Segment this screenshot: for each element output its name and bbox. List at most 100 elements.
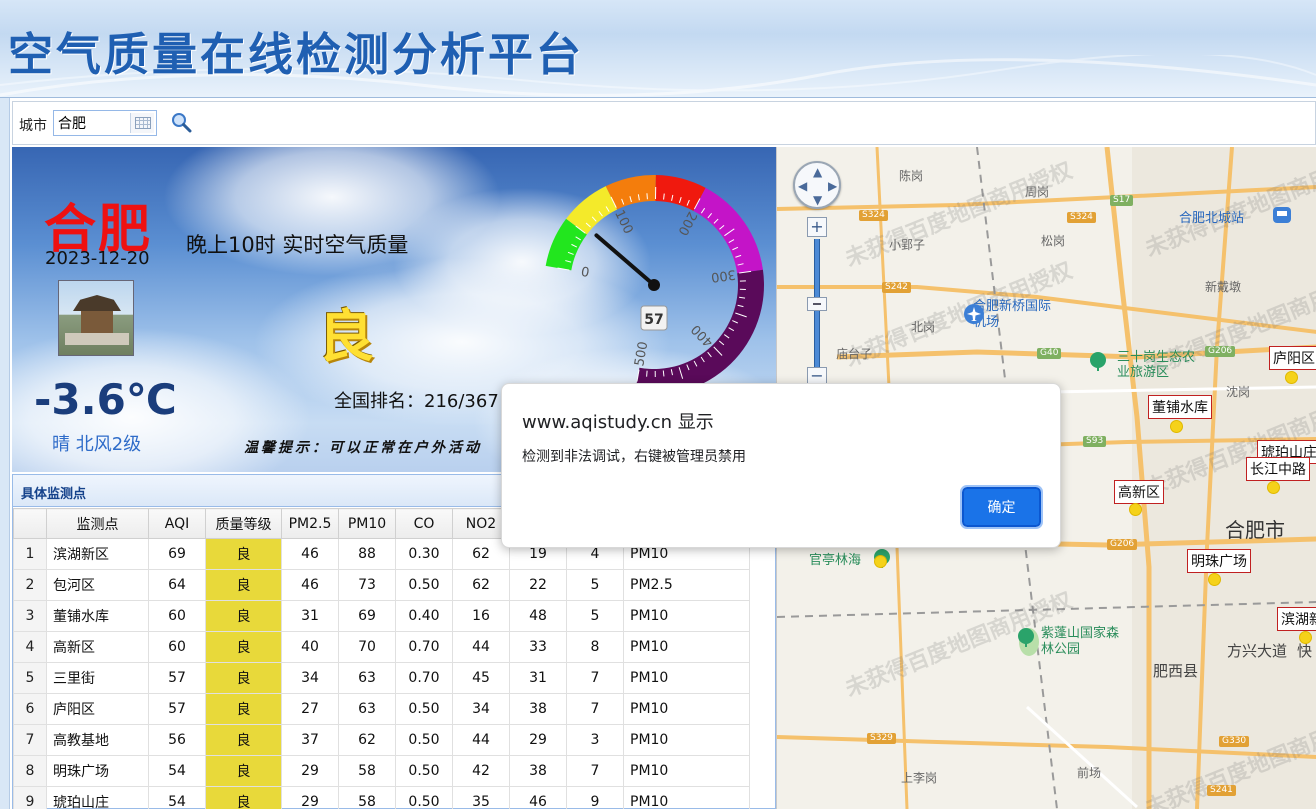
table-cell: 44: [452, 631, 510, 663]
table-row[interactable]: 6 庐阳区 57 良 27 63 0.50 34 38 7 PM10: [13, 693, 750, 725]
table-cell: 73: [338, 569, 396, 601]
table-row[interactable]: 4 高新区 60 良 40 70 0.70 44 33 8 PM10: [13, 631, 750, 663]
quality-grade: 良: [318, 305, 374, 370]
road-badge: G40: [1037, 348, 1062, 359]
station-marker[interactable]: 庐阳区: [1269, 346, 1316, 370]
table-cell: 46: [281, 538, 339, 570]
table-row[interactable]: 3 董铺水库 60 良 31 69 0.40 16 48 5 PM10: [13, 600, 750, 632]
grade-cell: 良: [205, 538, 282, 570]
table-cell: 69: [338, 600, 396, 632]
table-cell: 45: [452, 662, 510, 694]
table-cell: 9: [566, 786, 624, 809]
table-cell: 0.50: [395, 724, 453, 756]
table-cell: 29: [509, 724, 567, 756]
road-badge: G206: [1107, 539, 1138, 550]
park-icon: [1090, 352, 1106, 371]
station-dot[interactable]: [1299, 631, 1312, 644]
table-cell: PM2.5: [623, 569, 750, 601]
city-label: 城市: [19, 118, 47, 134]
city-picker-button[interactable]: [130, 113, 154, 133]
table-row[interactable]: 2 包河区 64 良 46 73 0.50 62 22 5 PM2.5: [13, 569, 750, 601]
table-cell: 5: [13, 662, 47, 694]
table-cell: 31: [509, 662, 567, 694]
grade-cell: 良: [205, 724, 282, 756]
table-cell: PM10: [623, 662, 750, 694]
table-cell: 37: [281, 724, 339, 756]
gauge-tick-label: 300: [710, 266, 737, 284]
map-place-label: 松岗: [1041, 234, 1066, 248]
station-dot[interactable]: [1285, 371, 1298, 384]
road-badge: S329: [867, 733, 896, 744]
page-header: 空气质量在线检测分析平台: [0, 0, 1316, 98]
station-marker[interactable]: 高新区: [1114, 480, 1164, 504]
dialog-ok-button[interactable]: 确定: [960, 485, 1043, 529]
station-marker[interactable]: 董铺水库: [1148, 395, 1212, 419]
table-cell: PM10: [623, 631, 750, 663]
table-cell: 58: [338, 786, 396, 809]
table-row[interactable]: 5 三里街 57 良 34 63 0.70 45 31 7 PM10: [13, 662, 750, 694]
column-header: CO: [395, 508, 453, 539]
table-cell: 明珠广场: [46, 755, 149, 787]
grade-cell: 良: [205, 600, 282, 632]
map-place-label: 紫蓬山国家森林公园: [1041, 626, 1120, 657]
table-cell: 88: [338, 538, 396, 570]
station-dot[interactable]: [1208, 573, 1221, 586]
table-cell: 7: [566, 693, 624, 725]
table-cell: 60: [148, 631, 206, 663]
table-cell: 4: [13, 631, 47, 663]
table-cell: 60: [148, 600, 206, 632]
table-cell: 三里街: [46, 662, 149, 694]
road-badge: G330: [1219, 736, 1250, 747]
dialog-title: www.aqistudy.cn 显示: [522, 412, 714, 433]
table-cell: 3: [566, 724, 624, 756]
station-dot[interactable]: [1267, 481, 1280, 494]
station-marker[interactable]: 滨湖新区: [1277, 607, 1316, 631]
table-cell: 69: [148, 538, 206, 570]
map-place-label: 庙台子: [836, 347, 873, 361]
table-row[interactable]: 9 琥珀山庄 54 良 29 58 0.50 35 46 9 PM10: [13, 786, 750, 809]
table-cell: 0.30: [395, 538, 453, 570]
dialog-message: 检测到非法调试，右键被管理员禁用: [522, 449, 746, 465]
road-badge: S324: [859, 210, 888, 221]
map-pan-control[interactable]: ▲ ▼ ◀ ▶: [793, 161, 841, 209]
temperature: -3.6℃: [34, 375, 177, 424]
table-cell: 54: [148, 755, 206, 787]
table-cell: 29: [281, 755, 339, 787]
road-badge: G206: [1205, 346, 1236, 357]
table-row[interactable]: 7 高教基地 56 良 37 62 0.50 44 29 3 PM10: [13, 724, 750, 756]
table-cell: 2: [13, 569, 47, 601]
table-cell: 62: [452, 569, 510, 601]
table-cell: 庐阳区: [46, 693, 149, 725]
station-dot[interactable]: [874, 555, 887, 568]
search-icon[interactable]: [170, 111, 194, 135]
table-cell: 70: [338, 631, 396, 663]
zoom-slider-handle[interactable]: [807, 297, 827, 311]
station-marker[interactable]: 长江中路: [1246, 457, 1310, 481]
road-badge: S324: [1067, 212, 1096, 223]
road-badge: S93: [1083, 436, 1107, 447]
table-cell: 63: [338, 662, 396, 694]
table-cell: 7: [566, 755, 624, 787]
table-row[interactable]: 8 明珠广场 54 良 29 58 0.50 42 38 7 PM10: [13, 755, 750, 787]
table-cell: 3: [13, 600, 47, 632]
table-cell: PM10: [623, 693, 750, 725]
station-dot[interactable]: [1170, 420, 1183, 433]
aqi-headline: 晚上10时 实时空气质量: [186, 233, 409, 257]
table-cell: 63: [338, 693, 396, 725]
park-icon: [1018, 628, 1034, 647]
column-header: [13, 508, 47, 539]
zoom-in-button[interactable]: +: [807, 217, 827, 237]
station-marker[interactable]: 明珠广场: [1187, 549, 1251, 573]
map-place-label: 上李岗: [901, 771, 938, 785]
table-cell: 44: [452, 724, 510, 756]
table-cell: 0.50: [395, 786, 453, 809]
column-header: PM10: [338, 508, 396, 539]
map-place-label: 北岗: [911, 320, 936, 334]
table-cell: PM10: [623, 724, 750, 756]
app-window: 空气质量在线检测分析平台 城市 合肥 2023-12-20 -3.6℃ 晴 北风…: [0, 0, 1316, 809]
table-cell: 57: [148, 662, 206, 694]
gauge-tick: [662, 370, 665, 377]
gauge-needle: [594, 233, 660, 290]
gauge-tick: [663, 193, 665, 200]
station-dot[interactable]: [1129, 503, 1142, 516]
